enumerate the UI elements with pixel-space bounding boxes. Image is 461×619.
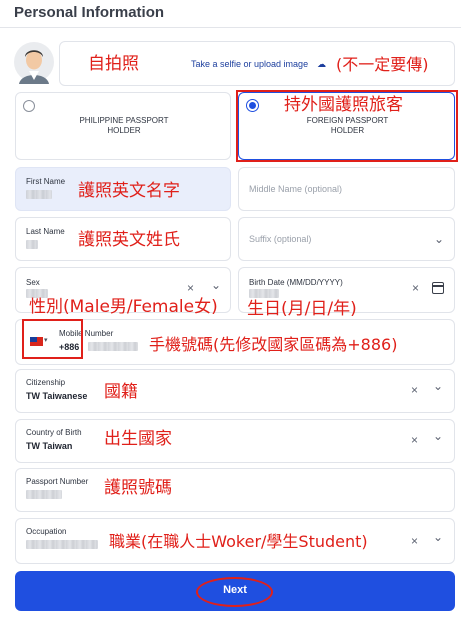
suffix-placeholder: Suffix (optional) [249, 234, 312, 244]
citizenship-label: Citizenship [26, 378, 66, 387]
selfie-note-annotation: (不一定要傳) [336, 55, 429, 74]
birth-date-annotation: 生日(月/日/年) [247, 299, 357, 319]
first-name-value-redacted [26, 190, 52, 199]
passport-number-value-redacted [26, 490, 62, 499]
philippine-passport-option[interactable]: PHILIPPINE PASSPORT HOLDER [15, 92, 231, 160]
occupation-annotation: 職業(在職人士Woker/學生Student) [109, 532, 368, 551]
birth-date-label: Birth Date (MM/DD/YYYY) [249, 278, 343, 287]
upload-cloud-icon: ☁ [317, 59, 326, 69]
personal-information-page: Personal Information 自拍照 Take a selfie o… [0, 0, 461, 619]
first-name-annotation: 護照英文名字 [78, 181, 180, 201]
passport-number-field[interactable]: Passport Number 護照號碼 [15, 468, 455, 512]
chevron-down-icon[interactable]: ⌄ [433, 380, 443, 392]
calendar-icon[interactable] [432, 282, 444, 294]
clear-icon[interactable]: × [187, 282, 194, 294]
occupation-label: Occupation [26, 527, 67, 536]
next-button-highlight [196, 577, 273, 607]
middle-name-placeholder: Middle Name (optional) [249, 184, 343, 194]
chevron-down-icon[interactable]: ⌄ [211, 279, 221, 291]
philippine-passport-label-line2: HOLDER [107, 126, 141, 135]
clear-icon[interactable]: × [411, 384, 418, 396]
avatar[interactable] [13, 40, 55, 84]
foreign-passport-highlight [236, 90, 458, 162]
country-code-highlight [22, 319, 83, 359]
passport-number-annotation: 護照號碼 [104, 478, 172, 498]
title-divider [0, 27, 461, 28]
mobile-annotation: 手機號碼(先修改國家區碼為+886) [149, 335, 398, 354]
occupation-field[interactable]: Occupation 職業(在職人士Woker/學生Student) × ⌄ [15, 518, 455, 564]
citizenship-field[interactable]: Citizenship TW Taiwanese 國籍 × ⌄ [15, 369, 455, 413]
occupation-value-redacted [26, 540, 98, 549]
last-name-label: Last Name [26, 227, 65, 236]
chevron-down-icon[interactable]: ⌄ [433, 531, 443, 543]
page-title: Personal Information [14, 4, 165, 21]
country-of-birth-field[interactable]: Country of Birth TW Taiwan 出生國家 × ⌄ [15, 419, 455, 463]
birth-date-value-redacted [249, 289, 279, 298]
clear-icon[interactable]: × [411, 535, 418, 547]
passport-number-label: Passport Number [26, 477, 89, 486]
last-name-field[interactable]: Last Name 護照英文姓氏 [15, 217, 231, 261]
clear-icon[interactable]: × [412, 282, 419, 294]
philippine-passport-label-line1: PHILIPPINE PASSPORT [79, 116, 169, 125]
philippine-passport-radio[interactable] [23, 100, 35, 112]
avatar-icon [14, 42, 54, 84]
country-of-birth-annotation: 出生國家 [104, 429, 172, 449]
selfie-annotation: 自拍照 [88, 54, 139, 74]
last-name-annotation: 護照英文姓氏 [78, 230, 180, 250]
citizenship-annotation: 國籍 [104, 382, 138, 402]
sex-annotation: 性別(Male男/Female女) [29, 297, 218, 317]
selfie-upload-card[interactable]: 自拍照 Take a selfie or upload image ☁ (不一定… [59, 41, 455, 86]
chevron-down-icon[interactable]: ⌄ [433, 430, 443, 442]
clear-icon[interactable]: × [411, 434, 418, 446]
selfie-upload-link[interactable]: Take a selfie or upload image [191, 59, 308, 69]
first-name-label: First Name [26, 177, 66, 186]
mobile-number-value-redacted [88, 342, 138, 351]
suffix-field[interactable]: Suffix (optional) ⌄ [238, 217, 455, 261]
last-name-value-redacted [26, 240, 38, 249]
country-of-birth-value: TW Taiwan [26, 441, 73, 451]
country-of-birth-label: Country of Birth [26, 428, 82, 437]
chevron-down-icon[interactable]: ⌄ [434, 233, 444, 245]
sex-label: Sex [26, 278, 40, 287]
middle-name-field[interactable]: Middle Name (optional) [238, 167, 455, 211]
citizenship-value: TW Taiwanese [26, 391, 88, 401]
first-name-field[interactable]: First Name 護照英文名字 [15, 167, 231, 211]
